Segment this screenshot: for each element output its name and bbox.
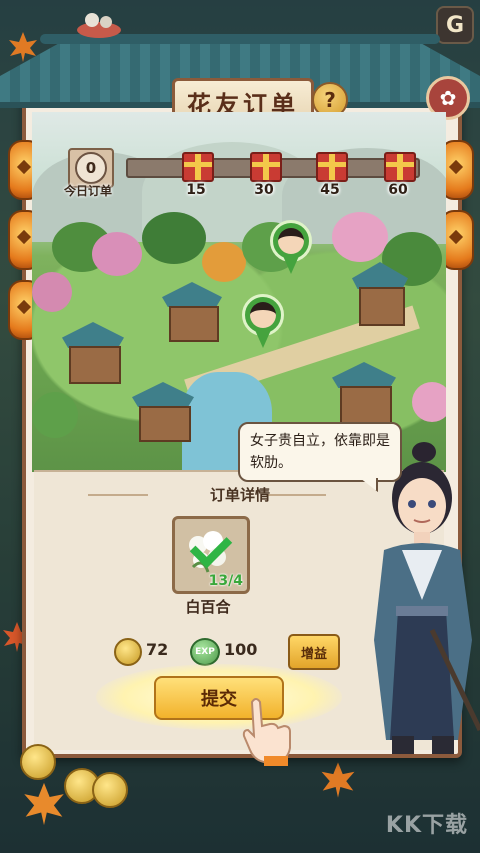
character-location-pin[interactable] [270,220,312,276]
gift-box-icon[interactable] [384,152,416,182]
boost-button[interactable]: 增益 [288,634,340,670]
exp-reward-value: 100 [224,640,258,659]
character-location-pin[interactable] [242,294,284,350]
milestone-label: 60 [388,182,408,198]
coin-icon [114,638,142,666]
maple-leaf-icon [24,782,64,826]
character-portrait [374,442,480,754]
close-button[interactable]: G [436,6,474,44]
item-name: 白百合 [185,598,231,616]
milestone-label: 45 [320,182,340,198]
gift-box-icon[interactable] [182,152,214,182]
today-order-count: 0 [75,152,107,184]
maple-leaf-icon [321,762,355,798]
item-count: 13/4 [208,573,243,589]
order-item-card[interactable]: 13/4 [172,516,250,594]
gift-box-icon[interactable] [250,152,282,182]
gift-box-icon[interactable] [316,152,348,182]
milestone-label: 15 [186,182,206,198]
today-orders-label: 今日订单 [64,184,113,198]
bird-ornament-icon [77,13,121,38]
exp-icon: EXP [190,638,220,666]
coin-icon [92,772,128,808]
coin-reward-value: 72 [146,640,169,659]
watermark: KK下载 [385,813,468,838]
coin-icon [20,744,56,780]
milestone-label: 30 [254,182,274,198]
pointing-hand-icon [242,698,291,766]
speech-bubble: 女子贵自立，依靠即是软肋。 [238,422,402,482]
